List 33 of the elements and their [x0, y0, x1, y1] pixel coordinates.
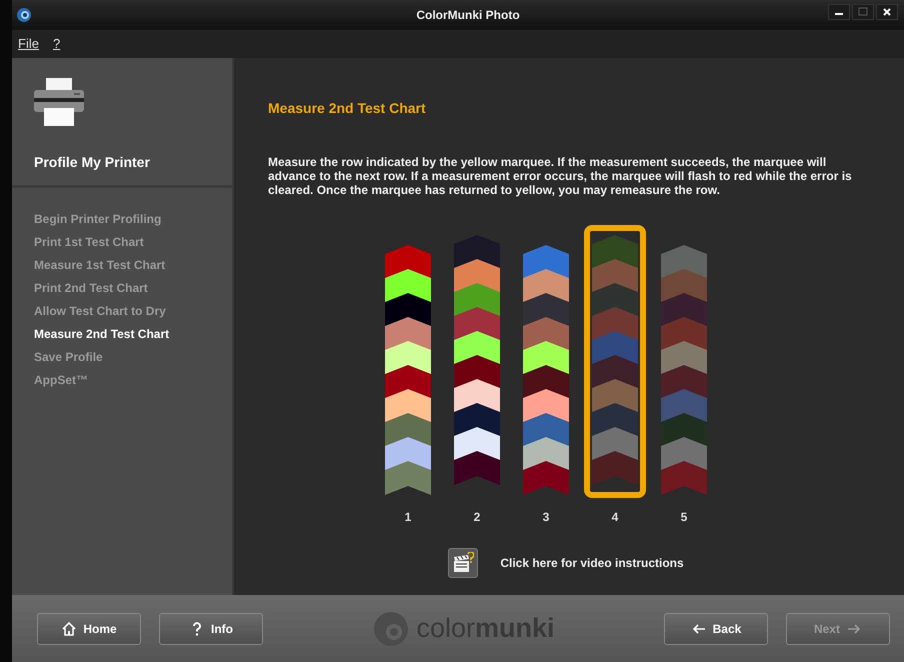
row-number: 5 — [680, 509, 688, 526]
menu-item[interactable]: ? — [52, 34, 60, 54]
video-button[interactable] — [448, 548, 478, 578]
row-number: 1 — [404, 509, 412, 526]
step-item[interactable]: Begin Printer Profiling — [12, 208, 232, 231]
minimize-button[interactable] — [828, 4, 850, 20]
page-title: Measure 2nd Test Chart — [268, 99, 427, 118]
step-item[interactable]: Measure 2nd Test Chart — [12, 323, 232, 346]
close-icon — [882, 7, 892, 17]
video-link[interactable]: Click here for video instructions — [500, 554, 684, 572]
home-icon — [61, 620, 78, 636]
info-button[interactable]: Info — [159, 612, 263, 644]
step-item[interactable]: Print 2nd Test Chart — [12, 277, 232, 300]
step-item[interactable]: Allow Test Chart to Dry — [12, 300, 232, 323]
app-icon — [16, 7, 32, 23]
video-instructions-icon — [452, 552, 474, 574]
back-button[interactable]: Back — [664, 612, 768, 644]
logo-icon — [372, 610, 410, 648]
section-title: Profile My Printer — [34, 153, 151, 172]
step-item[interactable]: Print 1st Test Chart — [12, 231, 232, 254]
close-button[interactable] — [876, 4, 898, 20]
instructions: Measure the row indicated by the yellow marquee. If the measurement succeeds, the marquee will advance to the next row. If a measurement error occurs, the marquee will flash to red while the error is cleared. Once the marquee has returned to yellow, you may remeasure the row. — [268, 155, 853, 197]
row-number: 3 — [542, 509, 550, 526]
printer-icon — [34, 78, 84, 126]
menu-item[interactable]: File — [18, 34, 39, 54]
step-item[interactable]: AppSet™ — [12, 369, 232, 392]
row-number: 4 — [612, 509, 618, 526]
step-item[interactable]: Measure 1st Test Chart — [12, 254, 232, 277]
row-number: 2 — [474, 509, 480, 526]
window-title: ColorMunki Photo — [416, 7, 520, 24]
step-item[interactable]: Save Profile — [12, 346, 232, 369]
maximize-icon — [858, 7, 868, 17]
home-button[interactable]: Home — [37, 612, 141, 644]
